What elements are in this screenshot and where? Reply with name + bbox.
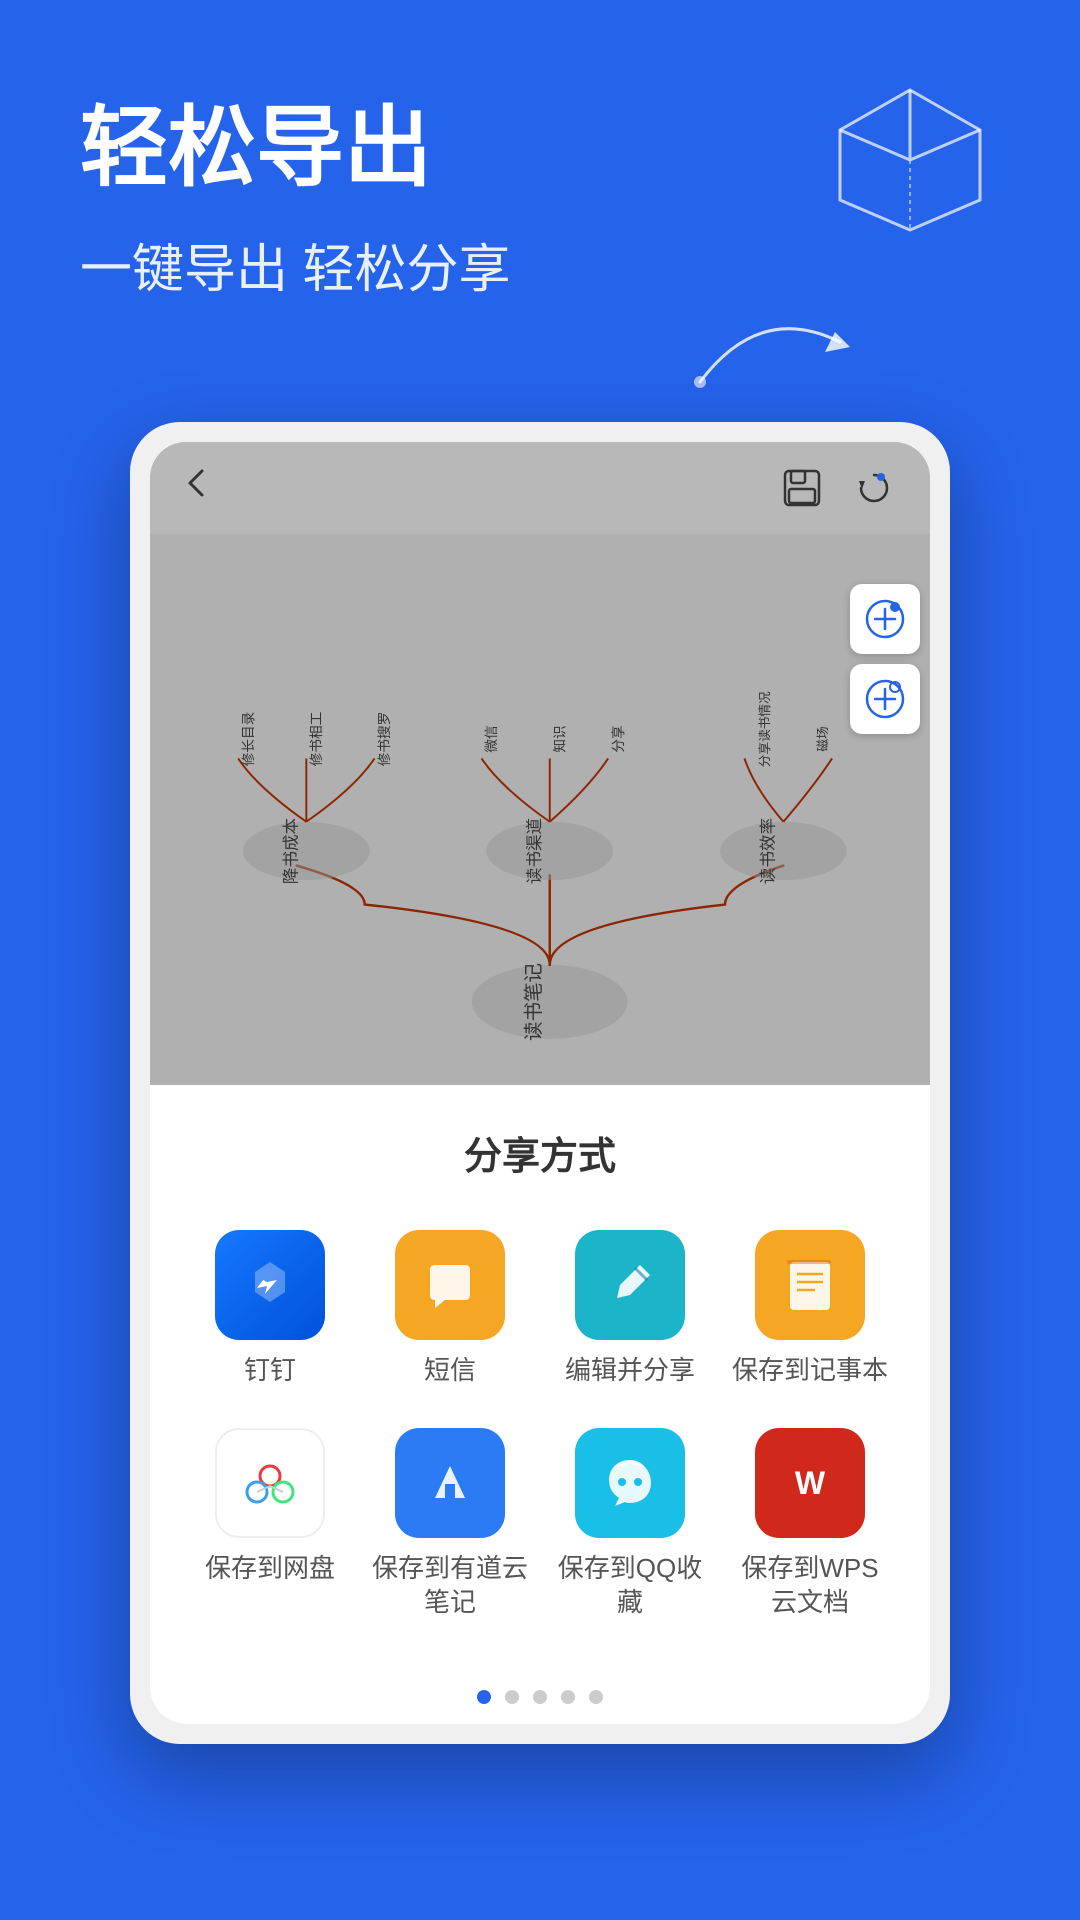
right-panel [850, 584, 920, 734]
dot-1[interactable] [477, 1690, 491, 1704]
share-item-youdao[interactable]: 保存到有道云笔记 [370, 1428, 530, 1620]
share-item-edit-share[interactable]: 编辑并分享 [550, 1230, 710, 1388]
share-sheet-title: 分享方式 [190, 1125, 890, 1180]
svg-text:修书相工: 修书相工 [309, 712, 324, 767]
share-sheet: 分享方式 钉钉 [150, 1085, 930, 1669]
notes-icon [755, 1230, 865, 1340]
svg-text:知识: 知识 [551, 725, 567, 752]
phone-screen: 读书笔记 降书成本 修长目录 修书相工 修书搜罗 [150, 442, 930, 1724]
svg-text:磁场: 磁场 [816, 726, 830, 751]
youdao-label: 保存到有道云笔记 [370, 1552, 530, 1620]
svg-text:分享读书情况: 分享读书情况 [757, 691, 772, 767]
edit-share-label: 编辑并分享 [565, 1354, 695, 1388]
back-button[interactable] [180, 465, 216, 510]
netdisk-label: 保存到网盘 [205, 1552, 335, 1586]
sms-label: 短信 [424, 1354, 476, 1388]
edit-share-icon [575, 1230, 685, 1340]
share-item-wps[interactable]: W 保存到WPS云文档 [730, 1428, 890, 1620]
top-bar-icons [776, 462, 900, 514]
wps-icon: W [755, 1428, 865, 1538]
dot-5[interactable] [589, 1690, 603, 1704]
share-grid: 钉钉 短信 [190, 1230, 890, 1619]
header-section: 轻松导出 一键导出 轻松分享 [0, 0, 1080, 342]
page-wrapper: 轻松导出 一键导出 轻松分享 [0, 0, 1080, 1920]
qq-icon [575, 1428, 685, 1538]
share-item-qq[interactable]: 保存到QQ收藏 [550, 1428, 710, 1620]
svg-text:读书渠道: 读书渠道 [525, 818, 544, 884]
refresh-icon[interactable] [848, 462, 900, 514]
share-item-notes[interactable]: 保存到记事本 [730, 1230, 890, 1388]
phone-mockup: 读书笔记 降书成本 修长目录 修书相工 修书搜罗 [130, 422, 950, 1744]
notes-label: 保存到记事本 [732, 1354, 888, 1388]
phone-top-bar [150, 442, 930, 534]
sms-icon [395, 1230, 505, 1340]
share-item-netdisk[interactable]: 保存到网盘 [190, 1428, 350, 1620]
dot-2[interactable] [505, 1690, 519, 1704]
add-node-button[interactable] [850, 584, 920, 654]
page-dots [150, 1670, 930, 1724]
wps-label: 保存到WPS云文档 [730, 1552, 890, 1620]
connect-node-button[interactable] [850, 664, 920, 734]
dingtalk-label: 钉钉 [244, 1354, 296, 1388]
dot-3[interactable] [533, 1690, 547, 1704]
netdisk-icon [215, 1428, 325, 1538]
svg-text:修长目录: 修长目录 [241, 712, 256, 767]
svg-text:分享: 分享 [610, 725, 626, 752]
share-item-sms[interactable]: 短信 [370, 1230, 530, 1388]
svg-text:微信: 微信 [484, 725, 499, 752]
svg-text:修书搜罗: 修书搜罗 [377, 712, 392, 767]
youdao-icon [395, 1428, 505, 1538]
arrow-curve [680, 282, 880, 402]
svg-text:读书笔记: 读书笔记 [523, 963, 545, 1041]
cube-icon [820, 80, 1000, 240]
svg-text:W: W [795, 1465, 826, 1501]
dingtalk-icon [215, 1230, 325, 1340]
svg-text:降书成本: 降书成本 [282, 818, 301, 884]
qq-label: 保存到QQ收藏 [550, 1552, 710, 1620]
mindmap-area: 读书笔记 降书成本 修长目录 修书相工 修书搜罗 [150, 534, 930, 1085]
share-item-dingtalk[interactable]: 钉钉 [190, 1230, 350, 1388]
save-icon[interactable] [776, 462, 828, 514]
svg-text:读书效率: 读书效率 [759, 818, 778, 884]
dot-4[interactable] [561, 1690, 575, 1704]
